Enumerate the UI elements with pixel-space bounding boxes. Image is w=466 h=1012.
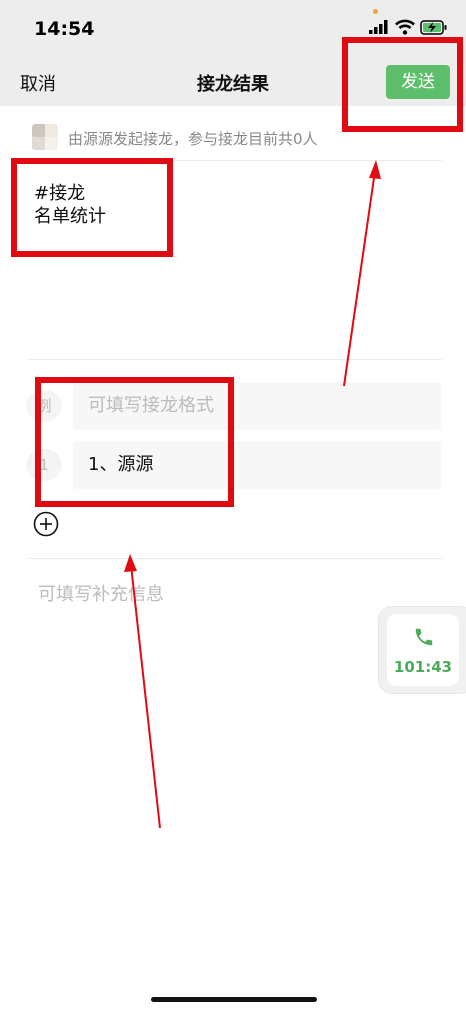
- call-duration: 101:43: [393, 658, 453, 676]
- avatar: [32, 124, 58, 150]
- supplement-input[interactable]: 可填写补充信息: [38, 580, 164, 606]
- call-card[interactable]: 101:43: [387, 614, 459, 686]
- arrow-head: [124, 554, 137, 572]
- annotation-arrow-up-right: [343, 170, 376, 387]
- annotation-box-entries: [35, 377, 234, 507]
- annotation-box-send: [342, 37, 463, 132]
- floating-call-widget[interactable]: 101:43: [378, 606, 466, 694]
- divider: [28, 558, 442, 559]
- annotation-box-title: [11, 158, 173, 257]
- battery-charging-icon: [420, 20, 447, 35]
- home-indicator[interactable]: [151, 997, 317, 1002]
- plus-circle-icon[interactable]: [33, 511, 59, 537]
- arrow-head: [369, 160, 381, 179]
- status-time: 14:54: [34, 18, 95, 40]
- phone-icon: [415, 628, 433, 646]
- cellular-signal-icon: [369, 20, 388, 34]
- wifi-icon: [395, 19, 415, 35]
- recording-indicator-dot: [373, 9, 378, 14]
- divider: [28, 359, 442, 360]
- initiator-text: 由源源发起接龙，参与接龙目前共0人: [68, 130, 318, 148]
